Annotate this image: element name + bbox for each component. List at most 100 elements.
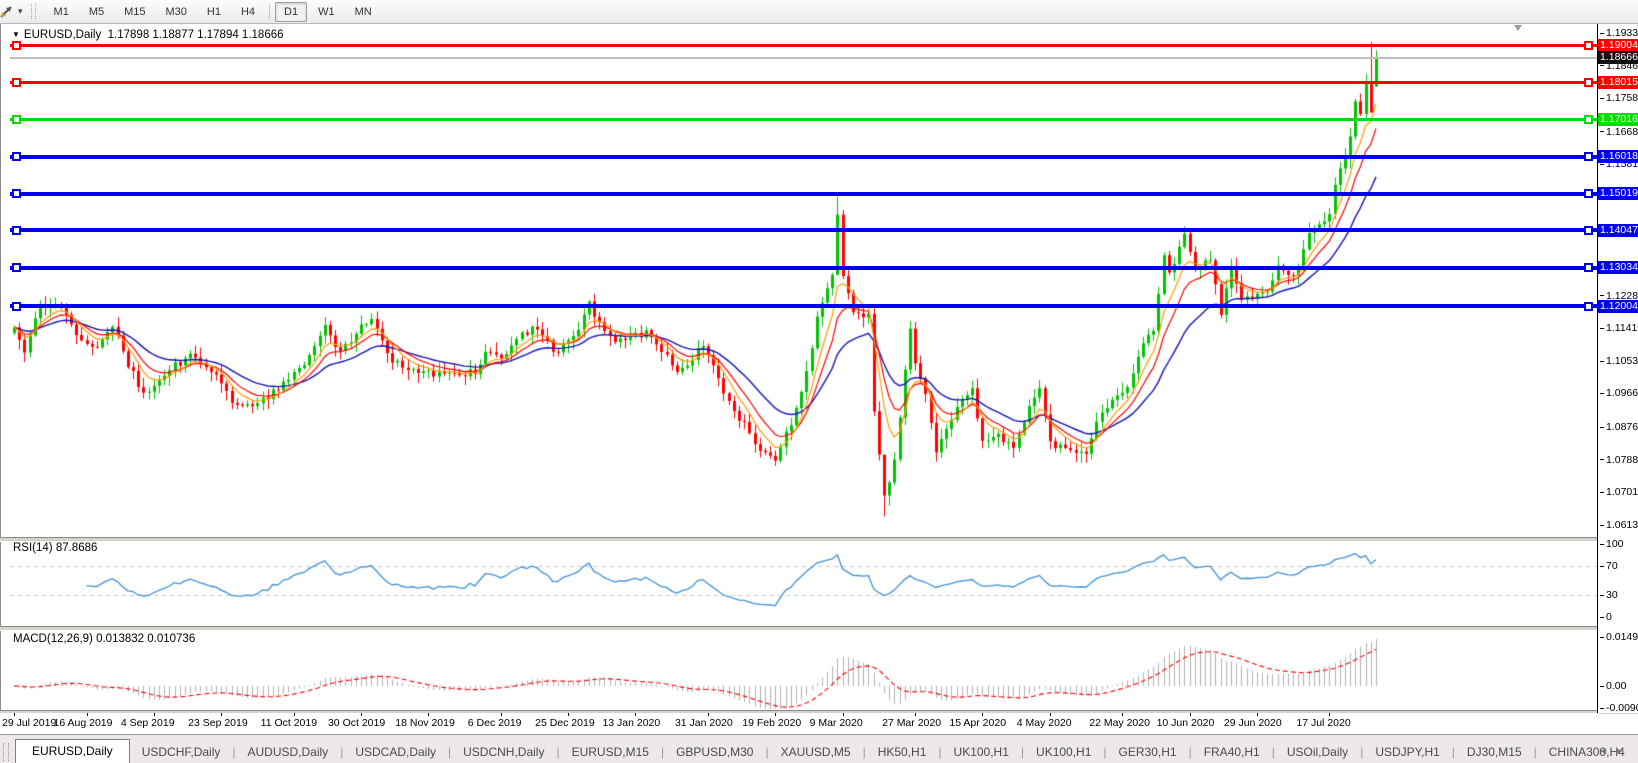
date-label-29-Jul-2019: 29 Jul 2019: [2, 717, 56, 729]
horizontal-line-1.15019[interactable]: [10, 192, 1598, 196]
date-label-19-Feb-2020: 19 Feb 2020: [742, 717, 801, 729]
panel-divider-main-rsi[interactable]: [0, 537, 1638, 542]
timeframe-button-h4[interactable]: H4: [232, 2, 264, 22]
price-tick-1.19335: 1.19335: [1600, 27, 1638, 39]
date-label-11-Oct-2019: 11 Oct 2019: [261, 717, 317, 729]
timeframe-button-d1[interactable]: D1: [275, 2, 307, 22]
date-tick: [361, 713, 362, 716]
chart-cursor-tool-icon[interactable]: [0, 4, 16, 20]
timeframe-button-m1[interactable]: M1: [45, 2, 78, 22]
chart-tab-usoil-daily[interactable]: USOil,Daily: [1275, 741, 1360, 763]
line-handle-right-1.17016[interactable]: [1584, 115, 1593, 124]
line-handle-left-1.19004[interactable]: [12, 41, 21, 50]
date-tick: [843, 713, 844, 716]
date-label-4-Sep-2019: 4 Sep 2019: [121, 717, 175, 729]
price-badge-1.16018: 1.16018: [1598, 150, 1638, 163]
date-label-22-May-2020: 22 May 2020: [1089, 717, 1150, 729]
price-axis: 1.193351.184601.175851.166851.158101.122…: [1597, 24, 1638, 713]
date-label-29-Jun-2020: 29 Jun 2020: [1224, 717, 1282, 729]
timeframe-button-m5[interactable]: M5: [80, 2, 113, 22]
line-handle-right-1.14047[interactable]: [1584, 226, 1593, 235]
date-label-15-Apr-2020: 15 Apr 2020: [949, 717, 1006, 729]
date-tick: [915, 713, 916, 716]
price-tick-1.11410: 1.11410: [1600, 322, 1638, 334]
line-handle-right-1.16018[interactable]: [1584, 152, 1593, 161]
line-handle-right-1.18015[interactable]: [1584, 78, 1593, 87]
chart-tab-xauusd-m5[interactable]: XAUUSD,M5: [769, 741, 863, 763]
collapse-indicator-icon[interactable]: ▼: [12, 30, 20, 39]
price-tick-1.10535: 1.10535: [1600, 355, 1638, 367]
date-label-25-Dec-2019: 25 Dec 2019: [535, 717, 595, 729]
chart-shift-marker[interactable]: [1514, 25, 1522, 31]
date-tick: [1122, 713, 1123, 716]
horizontal-line-1.18015[interactable]: [10, 81, 1598, 84]
chart-tab-uk100-h1[interactable]: UK100,H1: [942, 741, 1021, 763]
horizontal-line-1.13034[interactable]: [10, 266, 1598, 270]
line-handle-right-1.12004[interactable]: [1584, 302, 1593, 311]
toolbar-grip[interactable]: [31, 4, 36, 19]
panel-divider-rsi-macd[interactable]: [0, 626, 1638, 631]
date-label-31-Jan-2020: 31 Jan 2020: [675, 717, 733, 729]
date-tick: [428, 713, 429, 716]
date-tick: [501, 713, 502, 716]
line-handle-right-1.19004[interactable]: [1584, 41, 1593, 50]
tab-scroll-arrows[interactable]: ◄►: [1598, 746, 1630, 757]
tab-scroll-right-icon[interactable]: ►: [1614, 746, 1630, 757]
tool-dropdown-caret-icon[interactable]: ▾: [18, 6, 23, 17]
line-handle-left-1.18015[interactable]: [12, 78, 21, 87]
chart-tab-usdcad-daily[interactable]: USDCAD,Daily: [343, 741, 448, 763]
chart-tab-usdjpy-h1[interactable]: USDJPY,H1: [1363, 741, 1451, 763]
price-tick-1.06135: 1.06135: [1600, 519, 1638, 531]
chart-tab-uk100-h1[interactable]: UK100,H1: [1024, 741, 1103, 763]
line-handle-left-1.13034[interactable]: [12, 263, 21, 272]
price-badge-1.15019: 1.15019: [1598, 187, 1638, 200]
chart-tab-usdcnh-daily[interactable]: USDCNH,Daily: [451, 741, 556, 763]
line-handle-left-1.14047[interactable]: [12, 226, 21, 235]
tab-scroll-left-icon[interactable]: ◄: [1598, 746, 1614, 757]
timeframe-toolbar: ▾ M1M5M15M30H1H4 D1W1MN: [0, 0, 1638, 24]
timeframe-button-m30[interactable]: M30: [157, 2, 196, 22]
date-axis: 29 Jul 201916 Aug 20194 Sep 201923 Sep 2…: [0, 713, 1597, 734]
date-label-27-Mar-2020: 27 Mar 2020: [882, 717, 941, 729]
date-tick: [294, 713, 295, 716]
date-tick: [1190, 713, 1191, 716]
timeframe-button-m15[interactable]: M15: [115, 2, 154, 22]
chart-tab-fra40-h1[interactable]: FRA40,H1: [1192, 741, 1272, 763]
price-badge-1.14047: 1.14047: [1598, 224, 1638, 237]
price-tick-1.07010: 1.07010: [1600, 486, 1638, 498]
toolbar-separator: [269, 4, 270, 19]
horizontal-line-1.19004[interactable]: [10, 44, 1598, 47]
line-handle-left-1.15019[interactable]: [12, 189, 21, 198]
timeframe-button-mn[interactable]: MN: [346, 2, 381, 22]
chart-tab-eurusd-daily[interactable]: EURUSD,Daily: [15, 739, 130, 763]
chart-tab-hk50-h1[interactable]: HK50,H1: [866, 741, 939, 763]
line-handle-right-1.13034[interactable]: [1584, 263, 1593, 272]
chart-tab-eurusd-m15[interactable]: EURUSD,M15: [560, 741, 661, 763]
horizontal-line-1.16018[interactable]: [10, 155, 1598, 159]
horizontal-line-1.17016[interactable]: [10, 118, 1598, 121]
chart-tab-ger30-h1[interactable]: GER30,H1: [1107, 741, 1189, 763]
date-label-18-Nov-2019: 18 Nov 2019: [395, 717, 455, 729]
chart-tab-usdchf-daily[interactable]: USDCHF,Daily: [130, 741, 233, 763]
chart-tab-dj30-m15[interactable]: DJ30,M15: [1455, 741, 1534, 763]
chart-title: ▼EURUSD,Daily 1.17898 1.18877 1.17894 1.…: [12, 29, 284, 41]
line-handle-left-1.12004[interactable]: [12, 302, 21, 311]
chart-tab-audusd-daily[interactable]: AUDUSD,Daily: [236, 741, 341, 763]
timeframe-button-w1[interactable]: W1: [309, 2, 344, 22]
horizontal-line-1.12004[interactable]: [10, 304, 1598, 308]
line-handle-left-1.17016[interactable]: [12, 115, 21, 124]
chart-tab-gbpusd-m30[interactable]: GBPUSD,M30: [664, 741, 765, 763]
horizontal-line-1.14047[interactable]: [10, 228, 1598, 232]
date-label-13-Jan-2020: 13 Jan 2020: [602, 717, 660, 729]
line-handle-left-1.16018[interactable]: [12, 152, 21, 161]
price-tick-1.16685: 1.16685: [1600, 126, 1638, 138]
tab-bar-grip[interactable]: [3, 743, 9, 761]
date-tick: [221, 713, 222, 716]
price-tick-1.08760: 1.08760: [1600, 421, 1638, 433]
chart-title-quote: 1.17898 1.18877 1.17894 1.18666: [108, 29, 284, 41]
rsi-axis-30: 30: [1600, 589, 1618, 601]
date-tick: [775, 713, 776, 716]
macd-axis-0.014921: 0.014921: [1600, 631, 1638, 643]
line-handle-right-1.15019[interactable]: [1584, 189, 1593, 198]
timeframe-button-h1[interactable]: H1: [198, 2, 230, 22]
